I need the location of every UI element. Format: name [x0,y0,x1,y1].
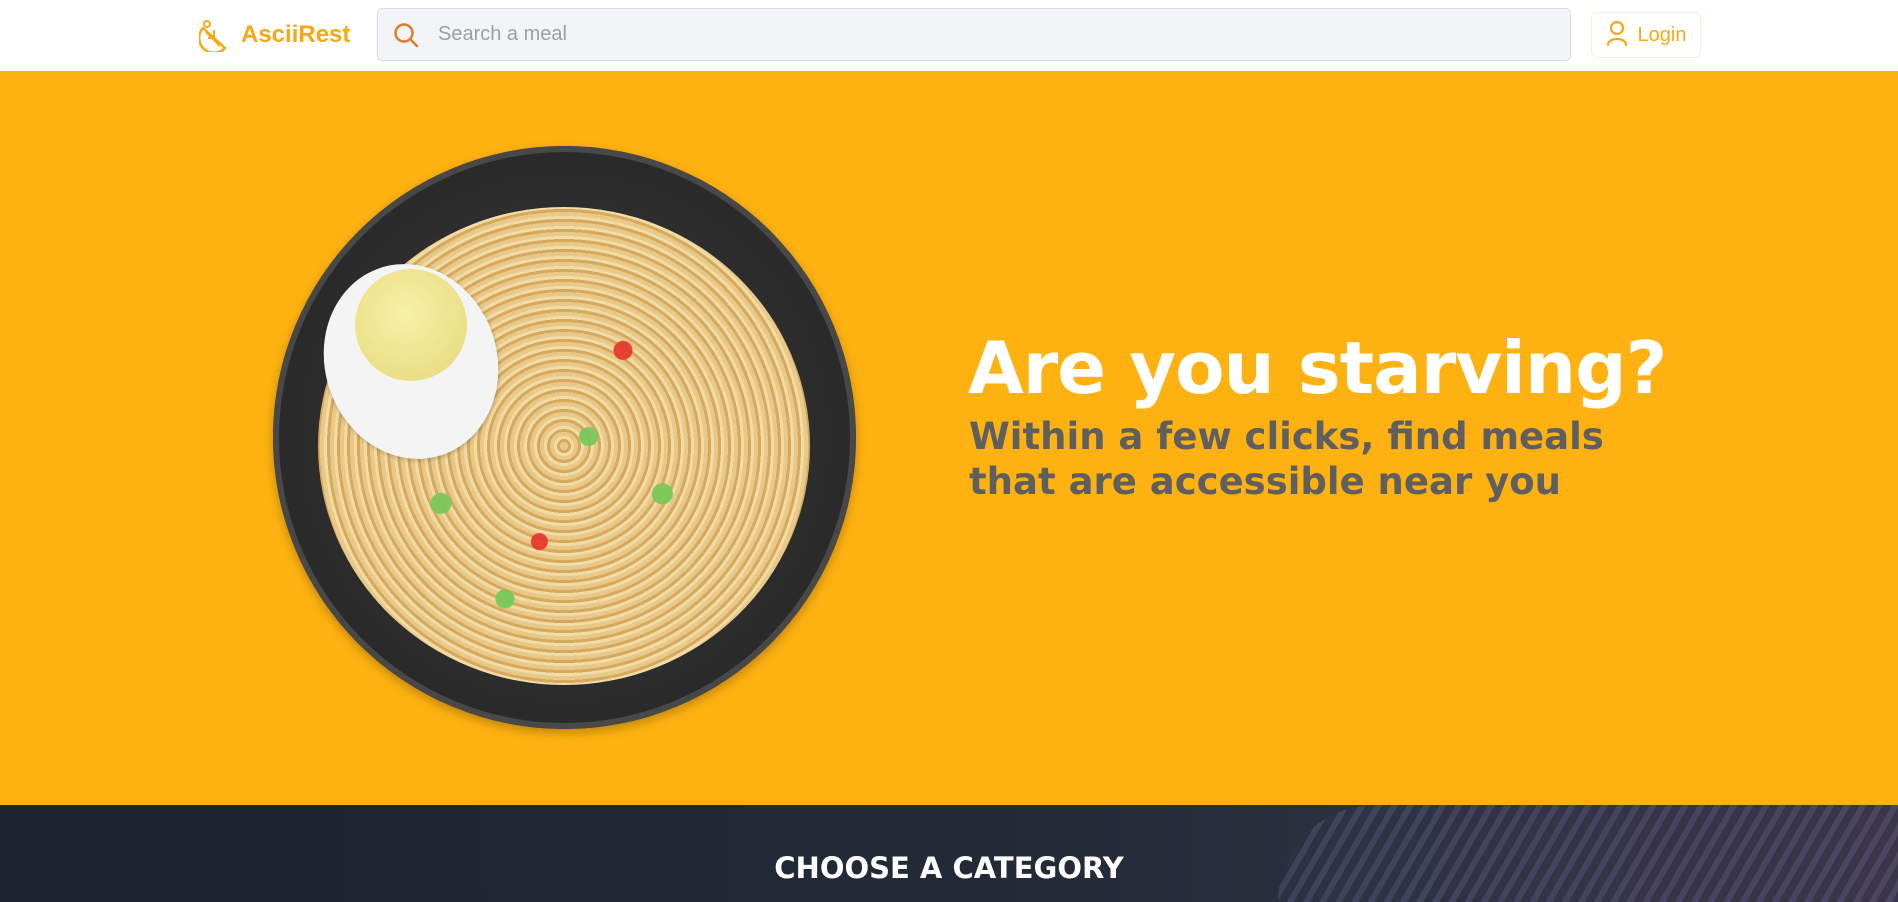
search-bar[interactable] [377,8,1571,61]
category-title: CHOOSE A CATEGORY [774,851,1124,885]
hero-subheadline: Within a few clicks, find meals that are… [969,415,1604,503]
login-button[interactable]: Login [1591,12,1701,58]
brand-logo[interactable]: AsciiRest [199,17,350,53]
login-label: Login [1637,23,1687,46]
search-icon[interactable] [392,21,420,49]
lemon-slice-icon [199,18,233,52]
egg-yolk [355,269,467,381]
top-navbar: AsciiRest Login [0,0,1898,71]
user-icon [1606,20,1628,51]
hero-headline: Are you starving? [968,326,1667,410]
brand-name: AsciiRest [241,21,351,48]
search-input[interactable] [438,9,1570,60]
